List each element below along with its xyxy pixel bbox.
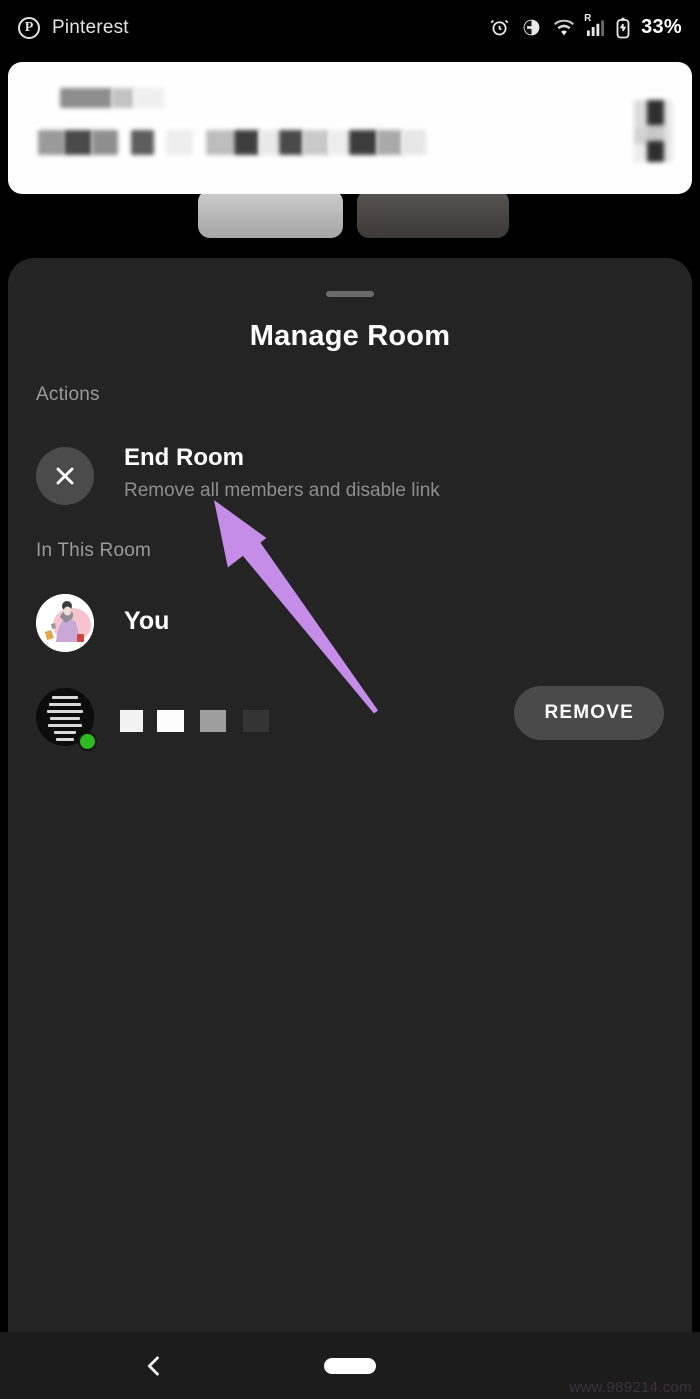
phone-screen: P Pinterest R 33% Manage Room Actions En… <box>0 0 700 1399</box>
redacted-block <box>647 100 664 125</box>
redacted-block <box>634 144 647 162</box>
section-label-in-this-room: In This Room <box>36 540 152 561</box>
member-row-other[interactable]: REMOVE <box>36 686 664 758</box>
battery-icon <box>616 17 630 39</box>
redacted-block <box>131 130 154 155</box>
watermark-label: www.989214.com <box>569 1379 692 1396</box>
status-bar: P Pinterest R 33% <box>0 0 700 55</box>
close-x-icon <box>36 447 94 505</box>
sheet-title: Manage Room <box>249 320 451 352</box>
notification-thumbnail <box>634 100 672 162</box>
status-bar-app-name: Pinterest <box>52 16 129 38</box>
battery-percent-label: 33% <box>641 16 682 38</box>
redacted-block <box>647 141 664 162</box>
home-pill-indicator[interactable] <box>324 1357 376 1374</box>
pinterest-logo: P <box>18 16 40 39</box>
user-illustration-avatar <box>36 594 94 652</box>
redacted-block <box>157 710 184 732</box>
status-bar-left: P Pinterest <box>18 16 129 39</box>
redacted-block <box>166 130 193 155</box>
member-name-you: You <box>124 607 170 635</box>
redacted-block <box>303 130 329 155</box>
redacted-block <box>647 125 664 141</box>
end-room-title: End Room <box>124 444 244 471</box>
redacted-block <box>664 100 672 128</box>
redacted-block <box>120 710 143 732</box>
manage-room-sheet: Manage Room Actions End Room Remove all … <box>8 258 692 1332</box>
do-not-disturb-icon <box>521 17 542 38</box>
roaming-indicator-label: R <box>584 13 592 24</box>
redacted-block <box>279 130 303 155</box>
redacted-block <box>349 130 377 155</box>
redacted-block <box>38 130 64 155</box>
redacted-block <box>402 130 426 155</box>
redacted-block <box>243 710 269 732</box>
section-label-actions: Actions <box>36 384 100 405</box>
member-row-you[interactable]: You <box>36 594 664 664</box>
redacted-block <box>64 130 92 155</box>
redacted-block <box>259 130 279 155</box>
end-room-row[interactable]: End Room Remove all members and disable … <box>36 443 664 515</box>
alarm-clock-icon <box>489 17 510 38</box>
redacted-block <box>234 130 259 155</box>
redacted-block <box>634 128 647 144</box>
participant-tile-light[interactable] <box>198 190 343 238</box>
participant-tile-dark[interactable] <box>357 190 509 238</box>
end-room-text: End Room Remove all members and disable … <box>124 443 440 505</box>
end-room-subtitle: Remove all members and disable link <box>124 480 440 501</box>
system-navigation-bar: www.989214.com <box>0 1332 700 1399</box>
status-bar-right: R 33% <box>489 13 682 39</box>
sheet-drag-handle[interactable] <box>326 291 374 297</box>
redacted-block <box>634 100 647 128</box>
remove-member-button[interactable]: REMOVE <box>514 686 664 740</box>
redacted-block <box>134 88 164 108</box>
back-chevron-icon[interactable] <box>140 1352 168 1380</box>
redacted-block <box>200 710 226 732</box>
redacted-block <box>92 130 118 155</box>
online-status-dot <box>78 732 97 751</box>
redacted-block <box>60 88 112 108</box>
redacted-block <box>206 130 234 155</box>
redacted-block <box>664 128 672 162</box>
redacted-block <box>112 88 134 108</box>
wifi-icon <box>553 19 575 37</box>
redacted-block <box>329 130 349 155</box>
cellular-signal-icon: R <box>584 13 605 37</box>
notification-card[interactable] <box>8 62 692 194</box>
redacted-block <box>377 130 402 155</box>
